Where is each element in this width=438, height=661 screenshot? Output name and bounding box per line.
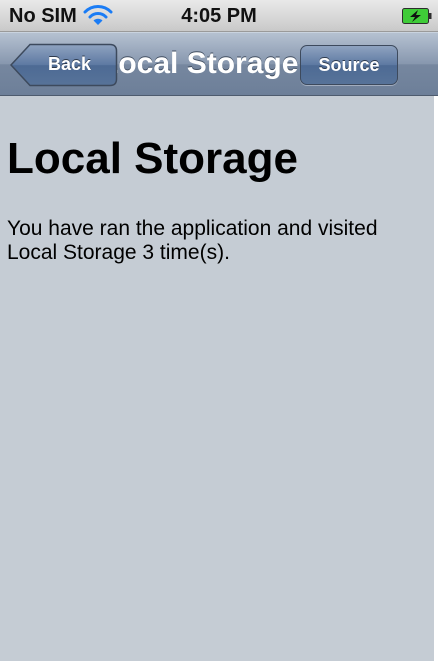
content-area: Local Storage You have ran the applicati… bbox=[0, 96, 438, 661]
nav-title: Local Storage bbox=[100, 47, 299, 80]
source-button[interactable]: Source bbox=[300, 45, 398, 85]
back-button-label: Back bbox=[48, 54, 92, 74]
page-heading: Local Storage bbox=[7, 134, 298, 183]
phone-screen: No SIM 4:05 PM Local Storage Back Source… bbox=[0, 0, 438, 661]
back-button[interactable]: Back bbox=[10, 43, 118, 87]
navigation-bar: Local Storage Back Source bbox=[0, 32, 438, 96]
battery-charging-icon bbox=[402, 8, 432, 24]
clock: 4:05 PM bbox=[181, 5, 257, 27]
status-bar: No SIM 4:05 PM bbox=[0, 0, 438, 32]
visit-count-message: You have ran the application and visited… bbox=[7, 217, 378, 264]
source-button-label: Source bbox=[318, 55, 380, 75]
